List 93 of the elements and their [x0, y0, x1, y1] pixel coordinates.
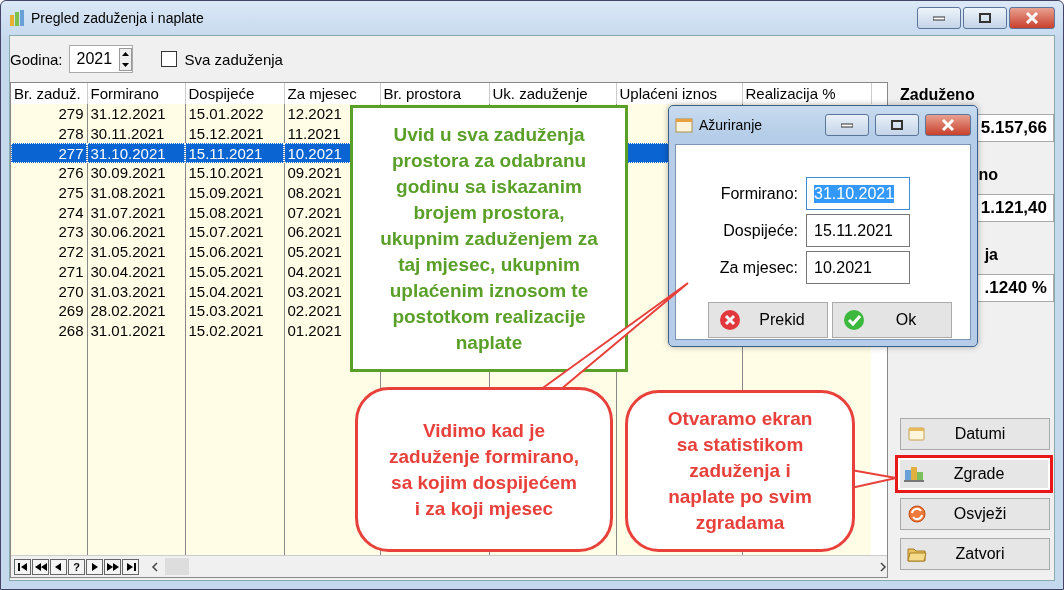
table-cell: 31.10.2021 [87, 143, 185, 164]
table-cell: 30.06.2021 [87, 222, 185, 242]
horizontal-scrollbar[interactable] [151, 557, 887, 576]
action-button[interactable]: Datumi [900, 418, 1050, 450]
window-title: Pregled zaduženja i naplate [31, 10, 204, 26]
date-field[interactable]: 10.2021 [806, 251, 910, 284]
checkmark-icon [843, 309, 865, 331]
buildings-icon [904, 464, 924, 484]
column-header[interactable]: Realizacija % [742, 83, 871, 104]
table-cell: 30.04.2021 [87, 261, 185, 282]
action-button[interactable]: Zgrade [895, 455, 1053, 493]
maximize-button[interactable] [875, 114, 919, 136]
column-header[interactable]: Formirano [87, 83, 185, 104]
close-button[interactable] [1009, 7, 1055, 29]
spinner-arrows-icon [118, 47, 132, 71]
table-cell: 31.12.2021 [87, 104, 185, 124]
table-cell: 276 [11, 163, 87, 183]
table-cell: 31.03.2021 [87, 281, 185, 301]
column-header[interactable]: Za mjesec [284, 83, 380, 104]
table-cell: 28.02.2021 [87, 300, 185, 321]
scroll-left-icon [151, 560, 159, 573]
maximize-button[interactable] [963, 7, 1007, 29]
table-cell: 31.08.2021 [87, 182, 185, 203]
table-cell: 275 [11, 182, 87, 203]
table-cell: 272 [11, 241, 87, 262]
action-button[interactable]: Zatvori [900, 538, 1050, 570]
help-button[interactable]: ? [68, 558, 85, 575]
scroll-right-icon [879, 560, 887, 573]
calendar-icon [907, 424, 927, 444]
navigator-button[interactable] [86, 558, 103, 575]
table-cell: 15.01.2022 [185, 104, 284, 124]
table-cell: 15.06.2021 [185, 241, 284, 262]
column-header[interactable]: Uk. zaduženje [489, 83, 616, 104]
table-cell: 31.07.2021 [87, 202, 185, 223]
table-cell: 31.05.2021 [87, 241, 185, 262]
field-label: Za mjesec: [718, 258, 799, 277]
table-cell: 15.04.2021 [185, 281, 284, 301]
close-icon [1025, 12, 1039, 24]
table-cell: 15.08.2021 [185, 202, 284, 223]
date-field[interactable]: 15.11.2021 [806, 214, 910, 247]
year-label: Godina: [10, 50, 63, 68]
table-cell: 273 [11, 222, 87, 242]
refresh-icon [907, 504, 927, 524]
table-cell: 15.02.2021 [185, 320, 284, 341]
navigator-button[interactable] [104, 558, 121, 575]
speech-bubble: Vidimo kad je zaduženje formirano, sa kojim dospijećem i za koji mjesec [355, 387, 613, 552]
speech-bubble: Otvaramo ekran sa statistikom zaduženja i naplate po svim zgradama [625, 390, 855, 552]
column-header[interactable]: Dospijeće [185, 83, 284, 104]
table-cell: 269 [11, 300, 87, 321]
minimize-button[interactable] [917, 7, 961, 29]
table-cell: 268 [11, 320, 87, 341]
navigator-button[interactable] [122, 558, 139, 575]
navigator-button[interactable] [50, 558, 67, 575]
table-cell: 271 [11, 261, 87, 282]
year-spinner[interactable]: 2021 [68, 45, 133, 73]
table-cell: 30.09.2021 [87, 163, 185, 183]
close-button[interactable] [925, 114, 971, 136]
minimize-icon [933, 15, 945, 21]
bar-chart-icon [9, 9, 25, 27]
table-cell: 277 [11, 143, 87, 164]
minimize-button[interactable] [825, 114, 869, 136]
table-cell: 274 [11, 202, 87, 223]
field-label: Dospijeće: [722, 221, 799, 240]
table-cell: 15.10.2021 [185, 163, 284, 183]
summary-label: Zaduženo [900, 85, 976, 105]
maximize-icon [979, 13, 991, 23]
checkbox-label: Sva zaduženja [184, 50, 283, 68]
table-cell: 15.09.2021 [185, 182, 284, 203]
field-label: Formirano: [719, 184, 799, 203]
column-header[interactable]: Br. prostora [380, 83, 489, 104]
summary-label: no [977, 165, 998, 185]
note-callout: Uvid u sva zaduženja prostora za odabranu godinu sa iskazanim brojem prostora, ukupnim zaduženjem za taj mjesec, ukupnim uplaćenim iznosom te postotkom realizacije naplate [350, 105, 628, 372]
maximize-icon [891, 120, 903, 130]
calendar-icon [675, 116, 693, 134]
cancel-button[interactable]: Prekid [708, 302, 828, 338]
action-button[interactable]: Osvježi [900, 498, 1050, 530]
navigator-button[interactable] [32, 558, 49, 575]
dialog-title: Ažuriranje [699, 117, 763, 133]
summary-label: ja [983, 245, 998, 265]
table-cell: 270 [11, 281, 87, 301]
navigator-button[interactable] [14, 558, 31, 575]
table-cell: 15.03.2021 [185, 300, 284, 321]
ok-button[interactable]: Ok [832, 302, 952, 338]
table-cell: 15.05.2021 [185, 261, 284, 282]
table-cell: 31.01.2021 [87, 320, 185, 341]
table-cell: 15.11.2021 [185, 143, 284, 164]
checkbox[interactable] [160, 51, 177, 67]
table-cell: 279 [11, 104, 87, 124]
close-icon [941, 119, 955, 131]
column-header[interactable]: Uplaćeni iznos [616, 83, 742, 104]
cancel-icon [719, 309, 741, 331]
minimize-icon [841, 122, 853, 128]
table-cell: 15.07.2021 [185, 222, 284, 242]
